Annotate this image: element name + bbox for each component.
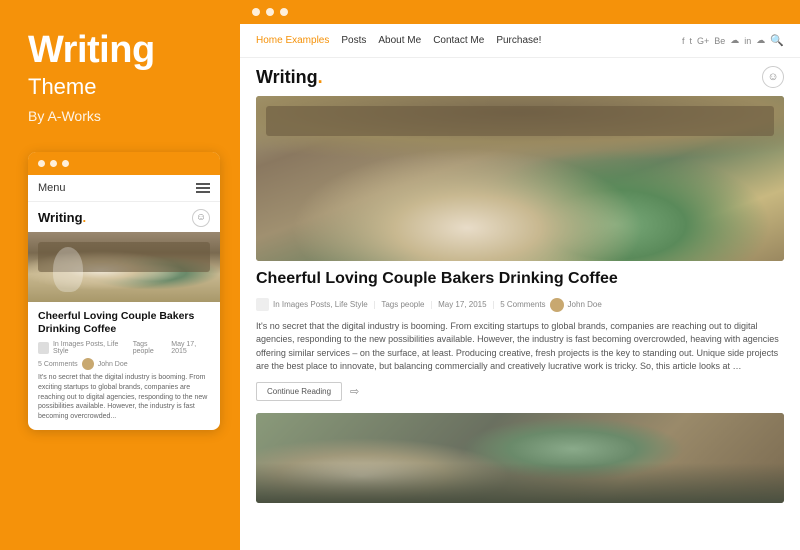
social-rss-icon[interactable]: ☁ (730, 35, 739, 46)
mobile-meta-comments: 5 Comments (38, 361, 78, 368)
site-logo: Writing. (256, 67, 323, 88)
article-1-excerpt: It's no secret that the digital industry… (256, 320, 784, 374)
left-panel: Writing Theme By A-Works Menu Writing. ☺ (0, 0, 240, 550)
mobile-card-body: It's no secret that the digital industry… (38, 373, 210, 422)
mobile-dot-1 (38, 160, 45, 167)
category-icon (38, 342, 49, 354)
article-1-date: May 17, 2015 (438, 300, 486, 309)
social-facebook-icon[interactable]: f (682, 36, 685, 46)
mobile-user-icon[interactable]: ☺ (192, 209, 210, 227)
social-extra-icon[interactable]: ☁ (756, 35, 765, 46)
site-nav-right: f t G+ Be ☁ in ☁ 🔍 (682, 34, 784, 47)
article-1-tags: Tags people (381, 300, 424, 309)
article-photo-baker (256, 96, 784, 261)
site-user-icon[interactable]: ☺ (762, 66, 784, 88)
article-1-comments: 5 Comments (500, 300, 545, 309)
article-photo-interior (256, 413, 784, 503)
article-card-1: Cheerful Loving Couple Bakers Drinking C… (256, 96, 784, 401)
mobile-hero-image (28, 232, 220, 302)
article-1-meta: In Images Posts, Life Style | Tags peopl… (256, 298, 784, 312)
social-behance-icon[interactable]: Be (714, 36, 725, 46)
mobile-menu-label: Menu (38, 182, 66, 194)
article-hero-1 (256, 96, 784, 261)
social-gplus-icon[interactable]: G+ (697, 36, 709, 46)
right-panel: Home Examples Posts About Me Contact Me … (240, 0, 800, 550)
mobile-dot-3 (62, 160, 69, 167)
hamburger-icon[interactable] (196, 183, 210, 193)
browser-dot-3 (280, 8, 288, 16)
nav-link-about[interactable]: About Me (378, 35, 421, 46)
byline-text: By A-Works (28, 108, 220, 124)
browser-dot-1 (252, 8, 260, 16)
article-hero-2 (256, 413, 784, 503)
search-icon[interactable]: 🔍 (770, 34, 784, 47)
mobile-preview-card: Menu Writing. ☺ Cheerful Loving Couple B… (28, 152, 220, 430)
mobile-meta-category: In Images Posts, Life Style (53, 341, 129, 355)
mobile-card-title: Cheerful Loving Couple Bakers Drinking C… (38, 310, 210, 337)
photo-baker (28, 232, 220, 302)
site-nav-links: Home Examples Posts About Me Contact Me … (256, 35, 541, 46)
nav-link-posts[interactable]: Posts (341, 35, 366, 46)
mobile-meta-avatar (82, 358, 94, 370)
site-header: Writing. ☺ (240, 58, 800, 96)
article-1-title: Cheerful Loving Couple Bakers Drinking C… (256, 269, 784, 290)
nav-link-contact[interactable]: Contact Me (433, 35, 484, 46)
title-text: Writing (28, 30, 220, 72)
continue-reading-button[interactable]: Continue Reading (256, 382, 342, 401)
nav-link-purchase[interactable]: Purchase! (496, 35, 541, 46)
mobile-dot-2 (50, 160, 57, 167)
mobile-meta-date: May 17, 2015 (171, 341, 210, 355)
mobile-meta-tags: Tags people (133, 341, 168, 355)
article-1-author: John Doe (568, 300, 602, 309)
mobile-card-meta-row-2: 5 Comments John Doe (38, 358, 210, 370)
site-nav: Home Examples Posts About Me Contact Me … (240, 24, 800, 58)
article-card-2 (256, 413, 784, 503)
meta-category-icon (256, 298, 269, 311)
mobile-meta-author: John Doe (98, 361, 128, 368)
browser-content: Home Examples Posts About Me Contact Me … (240, 24, 800, 550)
article-1-author-avatar (550, 298, 564, 312)
browser-chrome (240, 0, 800, 24)
site-main: Cheerful Loving Couple Bakers Drinking C… (240, 96, 800, 550)
subtitle-text: Theme (28, 74, 220, 100)
share-icon[interactable]: ⇨ (350, 385, 359, 398)
mobile-browser-bar (28, 152, 220, 175)
nav-link-home[interactable]: Home Examples (256, 35, 329, 46)
mobile-logo: Writing. (38, 210, 86, 225)
mobile-nav-bar: Menu (28, 175, 220, 202)
mobile-card-content: Cheerful Loving Couple Bakers Drinking C… (28, 302, 220, 430)
browser-dot-2 (266, 8, 274, 16)
mobile-logo-bar: Writing. ☺ (28, 202, 220, 232)
social-twitter-icon[interactable]: t (689, 36, 692, 46)
social-linkedin-icon[interactable]: in (744, 36, 751, 46)
mobile-card-meta-row: In Images Posts, Life Style Tags people … (38, 341, 210, 355)
article-1-category: In Images Posts, Life Style (273, 300, 368, 309)
article-1-actions: Continue Reading ⇨ (256, 382, 784, 401)
theme-title: Writing Theme By A-Works (28, 30, 220, 124)
